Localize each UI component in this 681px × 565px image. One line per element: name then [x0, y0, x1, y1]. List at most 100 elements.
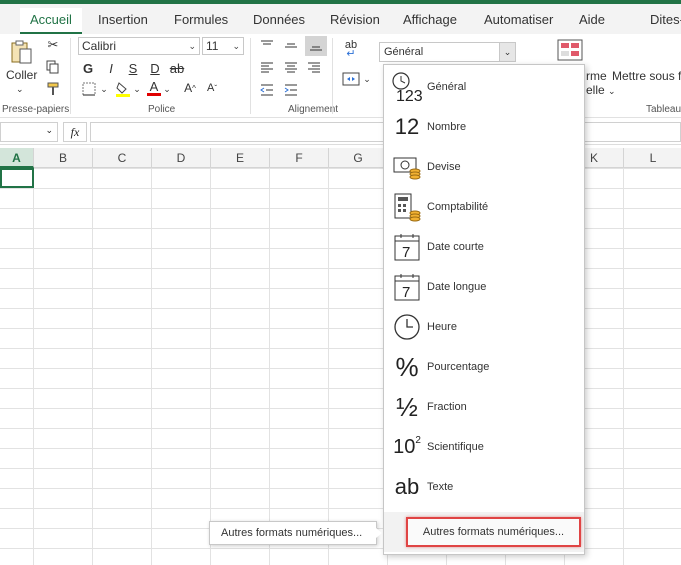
text-glyph: ab: [394, 474, 420, 499]
group-separator: [250, 38, 251, 114]
format-painter-icon[interactable]: [44, 80, 62, 98]
menu-item-general[interactable]: 123 Général: [384, 67, 584, 107]
grow-font-glyph: A: [184, 81, 193, 95]
name-box[interactable]: ⌄: [0, 122, 58, 142]
tab-formules[interactable]: Formules: [164, 8, 238, 34]
scientific-exponent: 2: [415, 435, 421, 446]
column-header-l[interactable]: L: [624, 148, 681, 168]
font-size-select[interactable]: 11 ⌄: [202, 37, 244, 55]
chevron-down-icon[interactable]: ⌄: [99, 81, 109, 97]
menu-item-number[interactable]: 12 Nombre: [384, 107, 584, 147]
menu-item-label: Scientifique: [427, 441, 484, 453]
short-date-glyph: 7: [402, 244, 410, 261]
alignment-group-label: Alignement: [288, 104, 339, 115]
clock-123-icon: 123: [390, 71, 424, 103]
chevron-down-icon[interactable]: ⌄: [132, 81, 142, 97]
copy-icon[interactable]: [44, 58, 62, 76]
font-color-icon[interactable]: A: [146, 79, 162, 97]
strikethrough-button[interactable]: ab: [168, 59, 186, 77]
tab-aide[interactable]: Aide: [569, 8, 615, 34]
menu-item-currency[interactable]: Devise: [384, 147, 584, 187]
tab-revision[interactable]: Révision: [320, 8, 390, 34]
column-header-d[interactable]: D: [152, 148, 211, 168]
tab-dites[interactable]: Dites-: [640, 8, 681, 34]
column-header-g[interactable]: G: [329, 148, 388, 168]
double-underline-button[interactable]: D: [147, 59, 163, 77]
align-center-icon[interactable]: [282, 60, 300, 76]
menu-item-label: Comptabilité: [427, 201, 489, 213]
borders-icon[interactable]: [80, 81, 98, 97]
paste-icon[interactable]: [8, 38, 34, 66]
conditional-format-label-2[interactable]: elle ⌄: [586, 83, 616, 97]
cut-icon[interactable]: ✂: [44, 36, 62, 54]
align-left-icon[interactable]: [258, 60, 276, 76]
menu-item-label: Date longue: [427, 281, 487, 293]
menu-item-percentage[interactable]: % Pourcentage: [384, 347, 584, 387]
paste-chevron-icon[interactable]: ⌄: [16, 84, 24, 95]
scientific-glyph: 10: [393, 435, 416, 458]
chevron-down-icon[interactable]: ⌄: [162, 81, 172, 97]
menu-item-label: Devise: [427, 161, 461, 173]
more-number-formats-button[interactable]: Autres formats numériques...: [406, 517, 581, 547]
active-cell[interactable]: [0, 168, 34, 188]
align-bottom-icon[interactable]: [305, 36, 327, 56]
conditional-format-icon[interactable]: [556, 38, 584, 62]
menu-item-scientific[interactable]: 10 2 Scientifique: [384, 427, 584, 467]
merge-center-icon[interactable]: [340, 70, 362, 88]
chevron-down-icon[interactable]: ⌄: [362, 72, 372, 86]
menu-item-long-date[interactable]: 7 Date longue: [384, 267, 584, 307]
clipboard-group-label: Presse-papiers: [2, 104, 70, 115]
percent-glyph: %: [395, 351, 419, 382]
menu-item-time[interactable]: Heure: [384, 307, 584, 347]
italic-button[interactable]: I: [103, 59, 119, 77]
menu-item-label: Général: [427, 81, 467, 93]
increase-indent-icon[interactable]: [282, 82, 300, 98]
column-header-a[interactable]: A: [0, 148, 34, 168]
fill-color-icon[interactable]: [114, 80, 132, 98]
number-12-icon: 12: [390, 111, 424, 143]
scientific-icon: 10 2: [390, 431, 424, 463]
number-format-select[interactable]: Général ⌄: [379, 42, 516, 62]
tab-affichage[interactable]: Affichage: [393, 8, 467, 34]
column-header-b[interactable]: B: [34, 148, 93, 168]
tab-automatiser[interactable]: Automatiser: [474, 8, 563, 34]
insert-function-button[interactable]: fx: [63, 122, 87, 142]
column-header-f[interactable]: F: [270, 148, 329, 168]
tab-accueil[interactable]: Accueil: [20, 8, 82, 34]
menu-item-label: Heure: [427, 321, 457, 333]
shrink-font-button[interactable]: Aˇ: [204, 79, 220, 97]
underline-button[interactable]: S: [125, 59, 141, 77]
currency-icon: [390, 151, 424, 183]
grow-font-button[interactable]: A ^: [182, 79, 198, 97]
more-formats-row: Autres formats numériques...: [384, 512, 584, 552]
long-date-glyph: 7: [402, 284, 410, 301]
accounting-calculator-icon: [390, 191, 424, 223]
tab-donnees[interactable]: Données: [243, 8, 315, 34]
align-top-icon[interactable]: [258, 38, 276, 54]
menu-item-fraction[interactable]: ½ Fraction: [384, 387, 584, 427]
chevron-down-icon[interactable]: ⌄: [499, 43, 515, 61]
align-right-icon[interactable]: [305, 60, 323, 76]
column-header-e[interactable]: E: [211, 148, 270, 168]
align-middle-icon[interactable]: [282, 38, 300, 54]
menu-item-text[interactable]: ab Texte: [384, 467, 584, 507]
ribbon-tabs: Accueil Insertion Formules Données Révis…: [0, 4, 681, 34]
chevron-down-icon[interactable]: ⌄: [45, 125, 53, 136]
percent-icon: %: [390, 351, 424, 383]
column-header-c[interactable]: C: [93, 148, 152, 168]
menu-item-accounting[interactable]: Comptabilité: [384, 187, 584, 227]
tab-insertion[interactable]: Insertion: [88, 8, 158, 34]
font-color-glyph: A: [149, 78, 159, 94]
decrease-indent-icon[interactable]: [258, 82, 276, 98]
format-as-table-label[interactable]: Mettre sous fo: [612, 69, 681, 83]
calendar-long-date-icon: 7: [390, 271, 424, 303]
menu-item-short-date[interactable]: 7 Date courte: [384, 227, 584, 267]
paste-label[interactable]: Coller: [6, 68, 37, 82]
chevron-down-icon: ⌄: [188, 41, 196, 51]
number-glyph: 12: [394, 114, 420, 139]
font-family-select[interactable]: Calibri ⌄: [78, 37, 200, 55]
wrap-text-icon[interactable]: ab ↵: [340, 40, 362, 60]
menu-item-label: Nombre: [427, 121, 467, 133]
bold-button[interactable]: G: [80, 59, 96, 77]
conditional-format-label[interactable]: rme: [586, 69, 607, 83]
